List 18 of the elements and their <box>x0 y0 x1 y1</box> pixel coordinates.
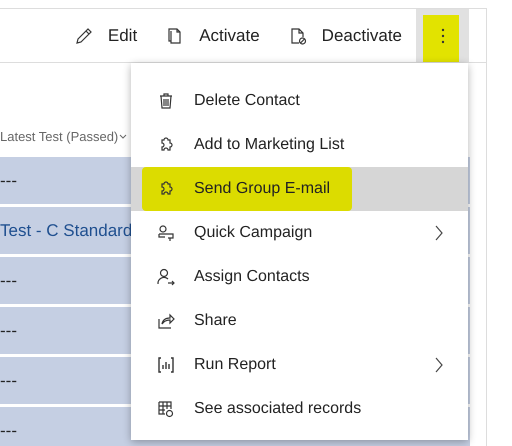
menu-item[interactable]: Delete Contact <box>131 79 468 123</box>
menu-item[interactable]: Send Group E-mail <box>131 167 468 211</box>
table-cell: --- <box>0 370 17 390</box>
toolbar-button[interactable]: Activate <box>151 9 274 62</box>
menu-item[interactable]: Add to Marketing List <box>131 123 468 167</box>
table-cell: --- <box>0 420 17 440</box>
menu-item[interactable]: Assign Contacts <box>131 255 468 299</box>
menu-item[interactable]: Share <box>131 299 468 343</box>
table-cell: --- <box>0 170 17 190</box>
toolbar-button[interactable]: Edit <box>60 9 152 62</box>
menu-item[interactable]: Quick Campaign <box>131 211 468 255</box>
menu-item[interactable]: Run Report <box>131 343 468 387</box>
table-cell: --- <box>0 320 17 340</box>
table-cell: --- <box>0 270 17 290</box>
column-header[interactable]: Latest Test (Passed) <box>0 129 118 157</box>
toolbar-button[interactable]: Deactivate <box>274 9 416 62</box>
menu-item[interactable]: See associated records <box>131 387 468 431</box>
record-link[interactable]: Test - C Standard <box>0 220 132 240</box>
